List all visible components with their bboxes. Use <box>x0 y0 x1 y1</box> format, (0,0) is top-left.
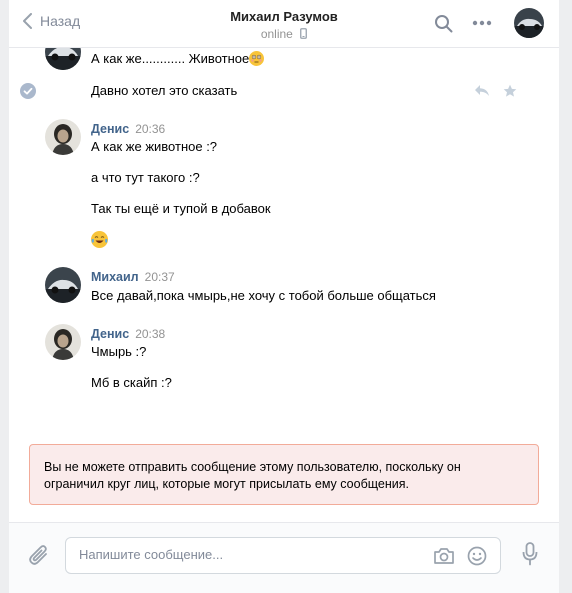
flushed-face-emoji-icon <box>249 51 265 66</box>
tears-of-joy-emoji-icon <box>91 231 108 248</box>
message-line: Так ты ещё и тупой в добавок <box>91 201 271 216</box>
avatar-mikhail[interactable] <box>45 267 81 303</box>
avatar-mikhail[interactable] <box>45 48 81 70</box>
avatar-denis[interactable] <box>45 324 81 360</box>
chat-panel: Назад Михаил Разумов online А как же....… <box>9 0 559 593</box>
favorite-star-icon[interactable] <box>503 84 517 98</box>
message-author[interactable]: Михаил 20:37 <box>91 270 175 284</box>
message-history[interactable]: А как же............ Животное Давно хоте… <box>9 48 559 438</box>
reply-icon[interactable] <box>474 84 490 97</box>
message-line: Все давай,пока чмырь,не хочу с тобой бол… <box>91 288 436 303</box>
check-icon <box>23 87 33 95</box>
mobile-icon <box>300 28 308 39</box>
message-line: Чмырь :? <box>91 344 147 359</box>
search-icon[interactable] <box>434 14 454 34</box>
chat-header: Назад Михаил Разумов online <box>9 0 559 48</box>
message-author[interactable]: Денис 20:38 <box>91 327 165 341</box>
message-input[interactable] <box>79 547 419 562</box>
message-input-box[interactable] <box>65 537 501 574</box>
message-line: А как же животное :? <box>91 139 218 154</box>
message-line <box>91 231 108 248</box>
message-line: Мб в скайп :? <box>91 375 172 390</box>
avatar-denis[interactable] <box>45 119 81 155</box>
message-time[interactable]: 20:38 <box>135 327 165 341</box>
message-author[interactable]: Денис 20:36 <box>91 122 165 136</box>
microphone-icon[interactable] <box>522 542 538 566</box>
contact-avatar[interactable] <box>514 8 544 38</box>
message-time[interactable]: 20:37 <box>145 270 175 284</box>
select-message-checkbox[interactable] <box>20 83 36 99</box>
message-time[interactable]: 20:36 <box>135 122 165 136</box>
message-line: Давно хотел это сказать <box>91 83 238 98</box>
paperclip-icon[interactable] <box>28 543 50 567</box>
status-text: online <box>260 27 293 41</box>
message-line: а что тут такого :? <box>91 170 200 185</box>
message-composer <box>9 522 559 593</box>
restriction-notice: Вы не можете отправить сообщение этому п… <box>29 444 539 505</box>
camera-icon[interactable] <box>433 547 455 565</box>
online-status: online <box>9 27 559 41</box>
message-line: А как же............ Животное <box>91 51 265 66</box>
emoji-smile-icon[interactable] <box>467 546 487 566</box>
more-options-icon[interactable] <box>472 20 492 26</box>
